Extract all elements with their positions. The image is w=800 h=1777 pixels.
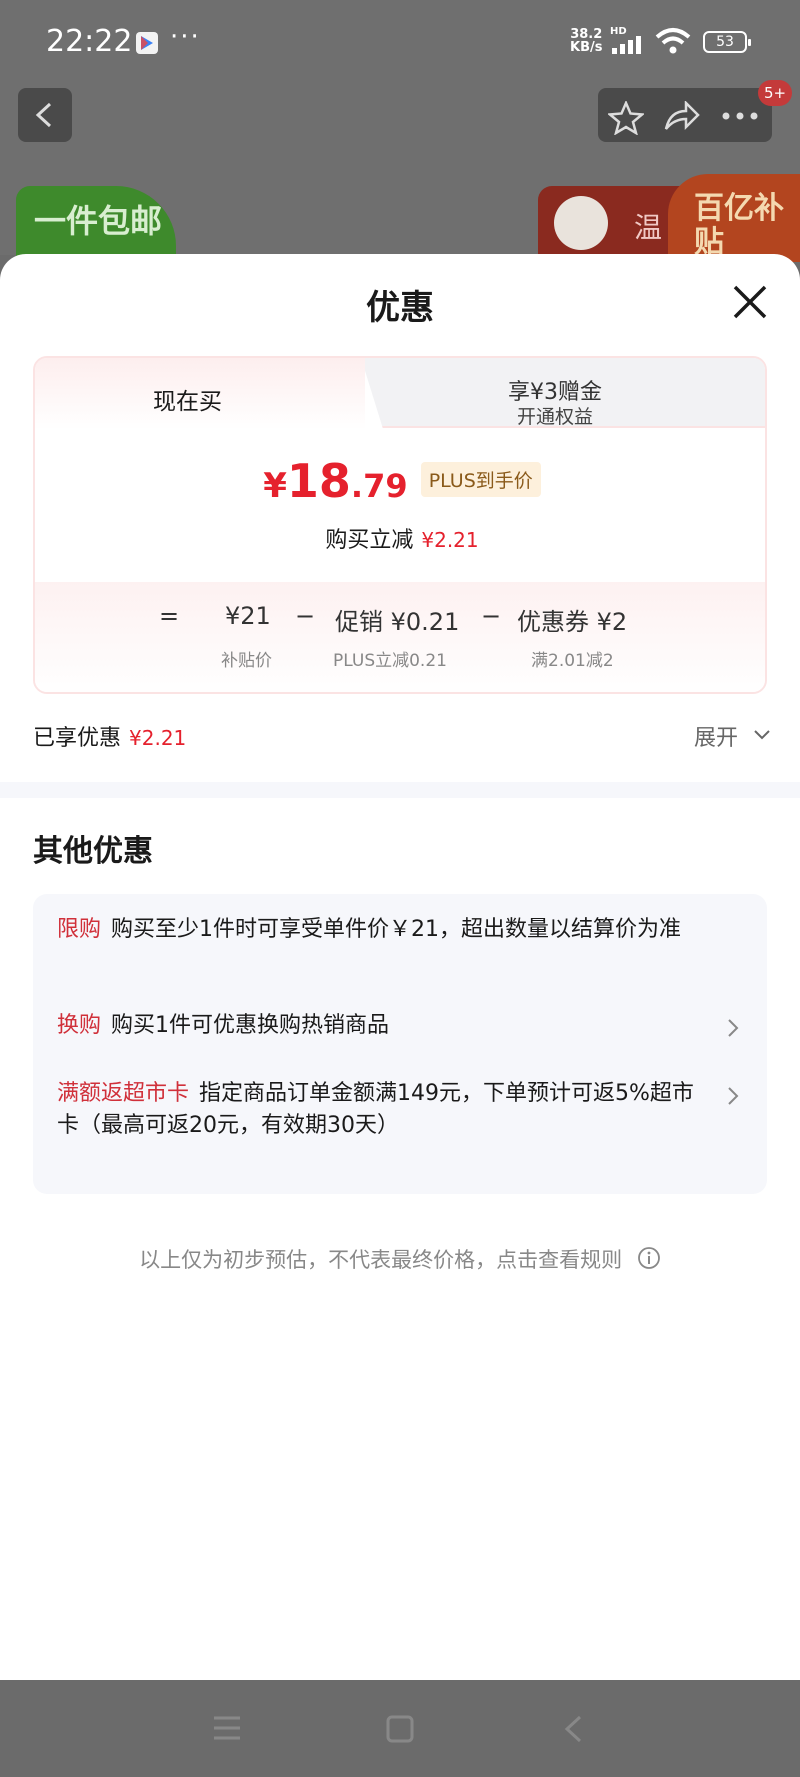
final-price: ¥18.79 PLUS到手价 xyxy=(35,454,765,508)
close-icon[interactable] xyxy=(730,282,770,322)
share-icon[interactable] xyxy=(664,101,700,131)
network-speed: 38.2 KB/s xyxy=(570,27,603,55)
breakdown-base-label: 补贴价 xyxy=(221,651,272,671)
plus-price-tag: PLUS到手价 xyxy=(420,462,541,497)
background-page: 5+ 一件包邮 温 百亿补贴 xyxy=(0,80,800,262)
info-icon xyxy=(637,1247,660,1269)
system-navigation-bar xyxy=(0,1680,800,1777)
battery-indicator: 53 xyxy=(703,31,751,53)
breakdown-promotion-label: PLUS立减0.21 xyxy=(333,651,447,671)
price-rule-hint[interactable]: 以上仅为初步预估，不代表最终价格，点击查看规则 xyxy=(0,1244,800,1274)
breakdown-coupon: 优惠券 ¥2 xyxy=(517,608,628,636)
promo-left-text: 一件包邮 xyxy=(34,202,163,240)
discount-sheet: 优惠 享¥3赠金 开通权益 现在买 ¥18.79 PLUS到手价 购买立减 ¥2.… xyxy=(0,254,800,1680)
home-icon[interactable] xyxy=(385,1714,415,1744)
price-currency: ¥ xyxy=(263,466,287,506)
offer-text: 购买至少1件时可享受单件价￥21，超出数量以结算价为准 xyxy=(111,917,682,942)
promo-right-text: 温 xyxy=(634,211,663,244)
more-icon[interactable] xyxy=(722,112,758,120)
back-icon[interactable] xyxy=(562,1714,584,1744)
breakdown-coupon-label: 满2.01减2 xyxy=(531,651,614,671)
signal-icon xyxy=(612,36,641,54)
chevron-left-icon xyxy=(35,102,52,128)
price-tabs: 享¥3赠金 开通权益 现在买 xyxy=(35,358,765,430)
offer-item-purchase-limit: 限购 购买至少1件时可享受单件价￥21，超出数量以结算价为准 xyxy=(57,914,737,946)
tab-plus-subtitle: 开通权益 xyxy=(516,406,594,428)
back-button[interactable] xyxy=(18,88,72,142)
promo-banner-left: 一件包邮 xyxy=(16,186,176,256)
reduction-value: ¥2.21 xyxy=(421,528,479,552)
price-integer: 18 xyxy=(286,454,351,508)
menu-icon[interactable] xyxy=(212,1714,242,1742)
wifi-icon xyxy=(655,28,691,54)
other-offers-list: 限购 购买至少1件时可享受单件价￥21，超出数量以结算价为准 换购 购买1件可优惠换… xyxy=(33,894,767,1194)
expand-label: 展开 xyxy=(694,726,739,751)
price-breakdown: = ¥21 补贴价 − 促销 ¥0.21 PLUS立减0.21 − 优惠券 ¥2… xyxy=(35,582,765,692)
reduction-label: 购买立减 xyxy=(325,528,414,553)
section-divider xyxy=(0,782,800,798)
breakdown-base-price: ¥21 xyxy=(225,602,271,630)
price-decimal: .79 xyxy=(350,467,408,505)
sheet-title: 优惠 xyxy=(366,288,434,328)
breakdown-minus: − xyxy=(481,602,502,630)
status-bar: 22:22 ··· 38.2 KB/s HD 53 xyxy=(0,0,800,80)
offer-tag: 满额返超市卡 xyxy=(57,1081,190,1106)
offer-tag: 换购 xyxy=(57,1013,102,1038)
mascot-icon xyxy=(554,196,608,250)
enjoyed-value: ¥2.21 xyxy=(129,726,187,750)
enjoyed-label: 已享优惠 xyxy=(33,726,122,751)
star-icon[interactable] xyxy=(608,101,644,135)
notification-dots: ··· xyxy=(170,22,201,52)
offer-text: 购买1件可优惠换购热销商品 xyxy=(111,1013,390,1038)
tab-buy-now[interactable]: 现在买 xyxy=(35,358,365,430)
hint-text: 以上仅为初步预估，不代表最终价格，点击查看规则 xyxy=(139,1248,623,1272)
subsidy-badge: 百亿补贴 xyxy=(668,174,800,262)
offer-tag: 限购 xyxy=(57,917,102,942)
breakdown-equals: = xyxy=(159,602,180,630)
chevron-down-icon xyxy=(754,730,770,740)
chevron-right-icon[interactable] xyxy=(727,1018,739,1038)
status-time: 22:22 xyxy=(46,24,133,59)
other-offers-title: 其他优惠 xyxy=(33,834,153,869)
chevron-right-icon[interactable] xyxy=(727,1086,739,1106)
offer-item-exchange[interactable]: 换购 购买1件可优惠换购热销商品 xyxy=(57,1010,697,1042)
top-right-toolbar xyxy=(598,88,772,142)
enjoyed-discount: 已享优惠 ¥2.21 xyxy=(33,720,186,752)
tab-buy-now-label: 现在买 xyxy=(153,389,222,415)
notification-badge: 5+ xyxy=(758,80,793,106)
promo-banner-right: 温 百亿补贴 xyxy=(538,174,800,262)
tab-plus-benefit[interactable]: 享¥3赠金 开通权益 xyxy=(361,358,765,428)
price-card: 享¥3赠金 开通权益 现在买 ¥18.79 PLUS到手价 购买立减 ¥2.21 … xyxy=(33,356,767,694)
expand-button[interactable]: 展开 xyxy=(694,720,770,752)
breakdown-promotion: 促销 ¥0.21 xyxy=(335,608,460,636)
instant-reduction: 购买立减 ¥2.21 xyxy=(35,522,765,554)
play-store-icon xyxy=(136,32,158,54)
breakdown-minus: − xyxy=(295,602,316,630)
offer-item-supermarket-card[interactable]: 满额返超市卡 指定商品订单金额满149元，下单预计可返5%超市卡（最高可返20元，… xyxy=(57,1078,697,1142)
